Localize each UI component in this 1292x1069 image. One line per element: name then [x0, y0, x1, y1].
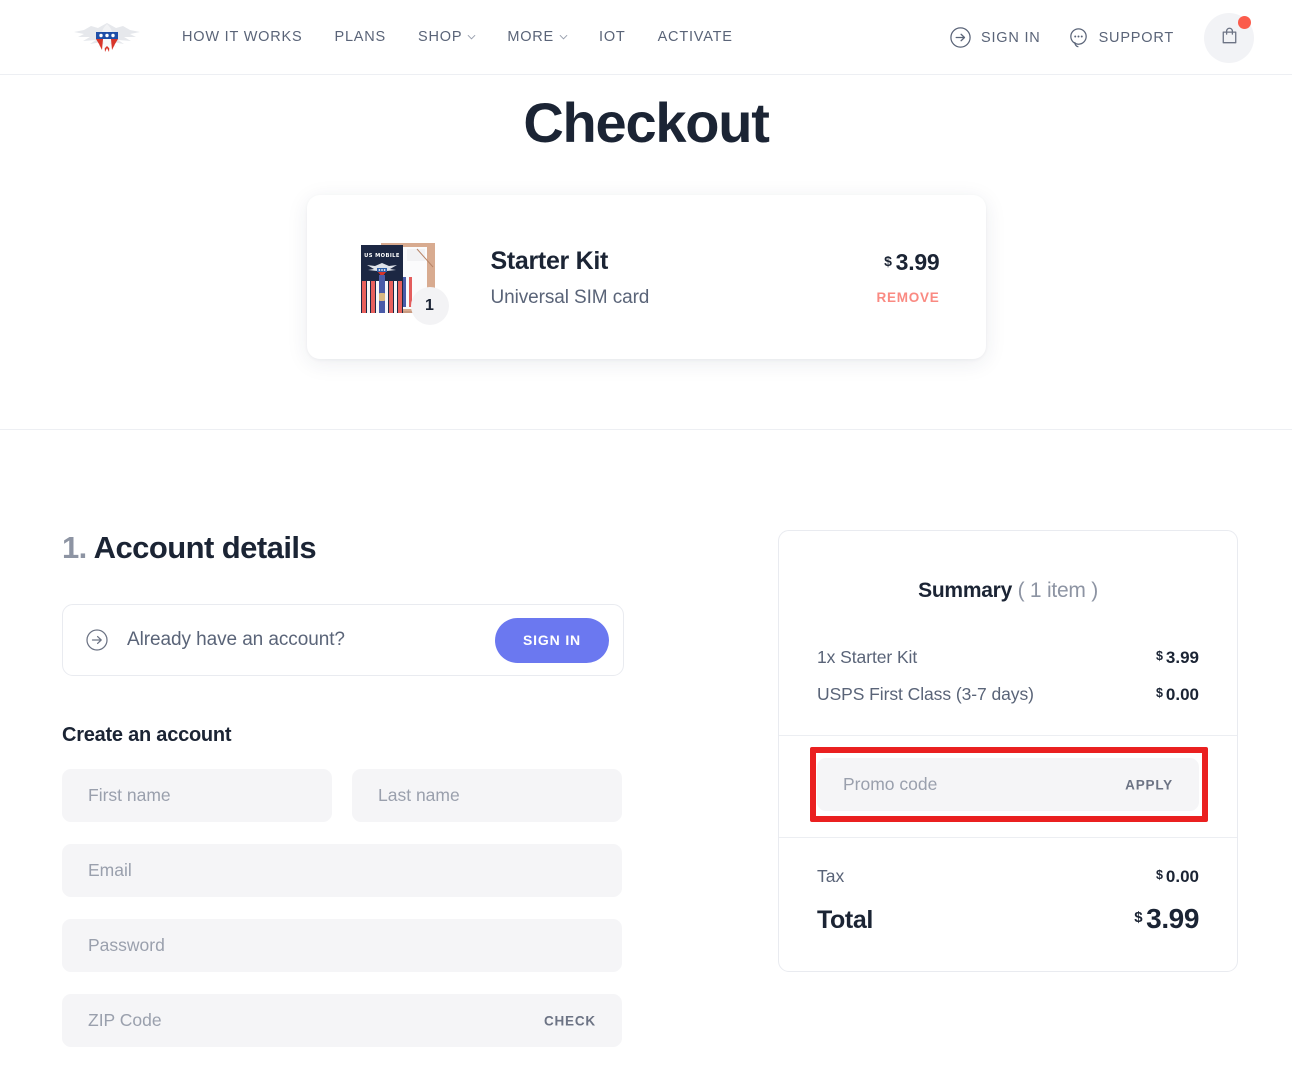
nav-item-plans[interactable]: PLANS: [334, 29, 386, 45]
total-value: $3.99: [1134, 903, 1199, 935]
summary-line-items: 1x Starter Kit $3.99 USPS First Class (3…: [779, 647, 1237, 735]
remove-item-button[interactable]: REMOVE: [877, 290, 940, 305]
cart-items-section: US MOBILE 1 Starter Kit Universal SIM ca…: [0, 153, 1292, 431]
header-actions: SIGN IN SUPPORT: [949, 0, 1254, 75]
zip-code-input[interactable]: [62, 994, 622, 1048]
page-title: Checkout: [523, 91, 770, 154]
nav-item-more[interactable]: MORE: [507, 29, 568, 45]
cart-item-card: US MOBILE 1 Starter Kit Universal SIM ca…: [306, 195, 986, 360]
email-field-row: [62, 844, 702, 898]
main-navigation: HOW IT WORKS PLANS SHOP MORE IOT ACTIVAT…: [182, 29, 733, 45]
step-title: Account details: [93, 530, 317, 566]
promo-code-section: APPLY: [779, 736, 1237, 837]
existing-account-prompt: Already have an account?: [127, 629, 345, 651]
step-number: 1.: [62, 530, 87, 566]
summary-title-text: Summary: [918, 579, 1013, 603]
nav-label: MORE: [507, 29, 555, 45]
name-field-row: [62, 769, 702, 823]
amount: 3.99: [1165, 648, 1199, 668]
promo-code-field-wrap: APPLY: [817, 758, 1199, 812]
us-mobile-logo-icon[interactable]: [68, 15, 146, 59]
shopping-bag-icon: [1218, 24, 1241, 52]
product-thumbnail: US MOBILE 1: [351, 231, 449, 326]
account-details-heading: 1. Account details: [62, 530, 702, 566]
price-amount: 3.99: [895, 249, 940, 276]
apply-promo-button[interactable]: APPLY: [1125, 777, 1173, 792]
chevron-down-icon: [467, 34, 476, 42]
checkout-main: 1. Account details Already have an accou…: [0, 530, 1292, 1069]
site-header: HOW IT WORKS PLANS SHOP MORE IOT ACTIVAT…: [0, 0, 1292, 75]
check-zip-button[interactable]: CHECK: [544, 1013, 596, 1028]
product-price: $3.99: [877, 249, 940, 276]
arrow-circle-right-icon: [85, 628, 109, 652]
zip-field-row: CHECK: [62, 994, 622, 1048]
header-support-link[interactable]: SUPPORT: [1067, 26, 1174, 49]
sign-in-button[interactable]: SIGN IN: [495, 617, 609, 663]
chat-bubble-icon: [1067, 26, 1090, 49]
product-price-block: $3.99 REMOVE: [877, 249, 940, 305]
summary-line-item: 1x Starter Kit $3.99: [817, 647, 1199, 668]
line-item-label: 1x Starter Kit: [817, 647, 918, 668]
currency-symbol: $: [1155, 686, 1163, 701]
amount: 0.00: [1165, 867, 1199, 887]
last-name-input[interactable]: [352, 769, 622, 823]
header-sign-in-link[interactable]: SIGN IN: [949, 26, 1041, 49]
chevron-down-icon: [559, 34, 568, 42]
cart-notification-dot: [1238, 15, 1251, 29]
item-quantity-badge: 1: [410, 287, 449, 326]
currency-symbol: $: [1155, 868, 1163, 883]
amount: 3.99: [1146, 903, 1199, 935]
currency-symbol: $: [1155, 649, 1163, 664]
existing-account-bar: Already have an account? SIGN IN: [62, 604, 624, 677]
nav-item-iot[interactable]: IOT: [599, 29, 626, 45]
order-summary-card: Summary ( 1 item ) 1x Starter Kit $3.99 …: [778, 530, 1238, 973]
total-row: Total $3.99: [817, 903, 1199, 935]
create-account-heading: Create an account: [62, 724, 232, 747]
totals-section: Tax $0.00 Total $3.99: [779, 838, 1237, 971]
support-label: SUPPORT: [1098, 29, 1174, 46]
tax-value: $0.00: [1156, 867, 1199, 887]
password-field-row: [62, 919, 702, 973]
nav-label: PLANS: [334, 29, 387, 45]
nav-item-how-it-works[interactable]: HOW IT WORKS: [182, 29, 302, 45]
summary-line-item: USPS First Class (3-7 days) $0.00: [817, 684, 1199, 705]
nav-label: IOT: [599, 29, 626, 45]
nav-label: ACTIVATE: [657, 29, 733, 45]
total-label: Total: [817, 906, 873, 935]
currency-symbol: $: [884, 253, 892, 270]
cart-button[interactable]: [1204, 12, 1254, 63]
nav-item-activate[interactable]: ACTIVATE: [658, 29, 733, 45]
nav-label: SHOP: [418, 29, 463, 45]
line-item-value: $3.99: [1156, 648, 1199, 668]
currency-symbol: $: [1134, 909, 1143, 927]
product-name: Starter Kit: [490, 247, 609, 276]
svg-text:US MOBILE: US MOBILE: [364, 253, 400, 259]
amount: 0.00: [1165, 685, 1199, 705]
password-input[interactable]: [62, 919, 622, 973]
arrow-circle-right-icon: [949, 26, 972, 49]
summary-heading: Summary ( 1 item ): [779, 531, 1237, 647]
summary-item-count: ( 1 item ): [1017, 579, 1099, 603]
tax-label: Tax: [817, 866, 845, 887]
email-input[interactable]: [62, 844, 622, 898]
account-details-column: 1. Account details Already have an accou…: [62, 530, 702, 1069]
product-info: Starter Kit Universal SIM card: [491, 246, 877, 308]
line-item-value: $0.00: [1156, 685, 1199, 705]
product-description: Universal SIM card: [490, 286, 650, 308]
nav-label: HOW IT WORKS: [182, 29, 303, 45]
sign-in-label: SIGN IN: [981, 29, 1041, 46]
summary-column: Summary ( 1 item ) 1x Starter Kit $3.99 …: [778, 530, 1238, 973]
first-name-input[interactable]: [62, 769, 332, 823]
tax-row: Tax $0.00: [817, 866, 1199, 887]
nav-item-shop[interactable]: SHOP: [418, 29, 476, 45]
line-item-label: USPS First Class (3-7 days): [817, 684, 1034, 705]
